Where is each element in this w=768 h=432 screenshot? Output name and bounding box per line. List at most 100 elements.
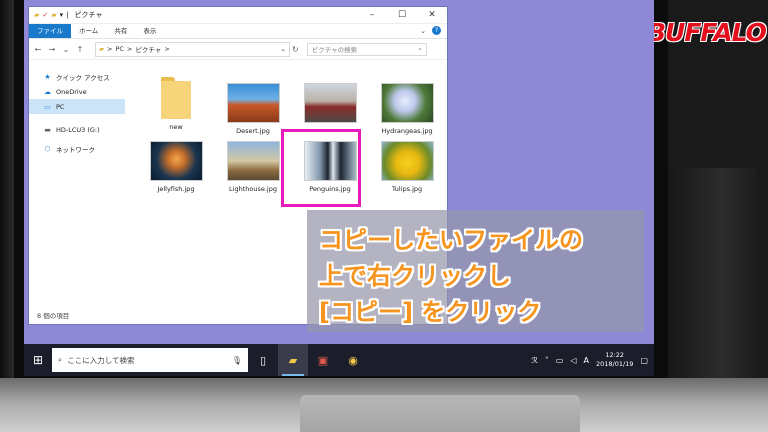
maximize-button[interactable]: ☐ (387, 7, 417, 23)
folder-icon (159, 75, 193, 119)
notification-icon[interactable]: ▢ (640, 356, 648, 365)
help-icon[interactable]: ? (432, 26, 441, 35)
computer-icon: ▭ (44, 102, 51, 111)
navigation-pane: ★ クイック アクセス ☁ OneDrive ▭ PC ▬ HD-LCU3 (G… (29, 59, 125, 304)
photos-app-icon[interactable]: ▣ (308, 344, 338, 376)
jellyfish-thumbnail (149, 141, 203, 181)
nav-label: HD-LCU3 (G:) (56, 125, 100, 134)
search-box[interactable]: ピクチャの検索 ⌕ (306, 42, 427, 56)
microphone-icon[interactable]: 🎙 (232, 356, 242, 365)
new-folder-icon[interactable]: ▰ (51, 11, 56, 19)
back-arrow-icon[interactable]: ← (33, 45, 43, 54)
properties-icon[interactable]: ✓ (42, 11, 48, 19)
file-label: Hydrangeas.jpg (381, 127, 433, 135)
file-label: Desert.jpg (236, 127, 270, 135)
instruction-callout: コピーしたいファイルの 上で右クリックし [コピー] をクリック (307, 210, 644, 332)
task-view-icon[interactable]: ▯ (248, 344, 278, 376)
people-icon[interactable]: ℛ (531, 356, 537, 365)
nav-label: PC (56, 102, 65, 111)
selection-highlight (281, 129, 361, 207)
breadcrumb-pc[interactable]: PC (115, 45, 123, 53)
network-icon[interactable]: ▭ (556, 356, 564, 365)
chevron-down-icon[interactable]: ⌄ (61, 45, 71, 54)
drive-icon: ▬ (44, 125, 51, 134)
nav-label: クイック アクセス (56, 73, 110, 82)
chevron-up-icon[interactable]: ˄ (545, 356, 549, 365)
file-label: Tulips.jpg (391, 185, 423, 193)
refresh-icon[interactable]: ↻ (292, 45, 299, 54)
search-input[interactable]: ピクチャの検索 (312, 44, 357, 54)
window-controls: – ☐ ✕ (357, 7, 447, 23)
tab-file[interactable]: ファイル (29, 24, 71, 38)
file-item-desert[interactable]: Desert.jpg (218, 83, 288, 135)
system-tray: ℛ ˄ ▭ ◁ A 12:22 2018/01/19 ▢ (531, 351, 654, 369)
desk-background (0, 0, 14, 432)
desktop: ▰ ✓ ▰ ▾ | ピクチャ – ☐ ✕ ファイル ホーム 共有 表示 ⌄ ? (24, 0, 654, 376)
clock-date: 2018/01/19 (595, 360, 634, 368)
file-item-photo[interactable] (295, 83, 365, 123)
lighthouse-thumbnail (226, 141, 280, 181)
tab-home[interactable]: ホーム (71, 24, 106, 38)
file-explorer-icon[interactable]: ▰ (278, 344, 308, 376)
nav-label: ネットワーク (56, 145, 95, 154)
callout-line-2: 上で右クリックし (319, 262, 511, 290)
tab-view[interactable]: 表示 (135, 24, 164, 38)
clock[interactable]: 12:22 2018/01/19 (596, 351, 633, 369)
brand-logo: BUFFALO (647, 18, 767, 47)
up-arrow-icon[interactable]: ↑ (75, 45, 85, 54)
tab-share[interactable]: 共有 (106, 24, 135, 38)
taskbar-search-input[interactable]: ここに入力して検索 (67, 355, 134, 366)
breadcrumb-sep: > (107, 45, 113, 53)
close-button[interactable]: ✕ (417, 7, 447, 23)
minimize-button[interactable]: – (357, 7, 387, 23)
window-title: ピクチャ (74, 11, 103, 19)
desert-thumbnail (226, 83, 280, 123)
folder-icon[interactable]: ▰ (34, 11, 39, 19)
tulips-thumbnail (380, 141, 434, 181)
separator: | (66, 11, 69, 19)
external-hdd (668, 168, 758, 398)
nav-item-pc[interactable]: ▭ PC (29, 99, 125, 114)
breadcrumb-sep: > (126, 45, 133, 53)
photo-thumbnail (303, 83, 357, 123)
star-icon: ★ (44, 72, 51, 81)
laptop-hinge (300, 395, 580, 432)
callout-line-3: [コピー] をクリック (319, 298, 542, 326)
nav-item-quick-access[interactable]: ★ クイック アクセス (29, 69, 125, 84)
nav-label: OneDrive (56, 87, 87, 96)
forward-arrow-icon[interactable]: → (47, 45, 57, 54)
chevron-down-icon[interactable]: ▾ (60, 11, 64, 19)
windows-start-icon[interactable]: ⊞ (24, 353, 52, 367)
search-icon: ⌕ (58, 355, 63, 364)
taskbar-search[interactable]: ⌕ ここに入力して検索 🎙 (52, 348, 248, 372)
status-bar: 8 個の項目 (37, 312, 70, 320)
file-item-jellyfish[interactable]: Jellyfish.jpg (141, 141, 211, 193)
ime-indicator[interactable]: A (583, 356, 588, 365)
file-item-hydrangeas[interactable]: Hydrangeas.jpg (372, 83, 442, 135)
clock-time: 12:22 (605, 351, 625, 359)
pictures-folder-icon: ▰ (99, 45, 104, 53)
address-bar[interactable]: ▰ > PC > ピクチャ > ⌄ (95, 41, 290, 57)
file-label: Jellyfish.jpg (157, 185, 195, 193)
volume-icon[interactable]: ◁ (570, 356, 576, 365)
nav-item-drive[interactable]: ▬ HD-LCU3 (G:) (29, 122, 125, 137)
search-icon: ⌕ (418, 44, 422, 53)
file-item-new[interactable]: new (141, 75, 211, 131)
nav-item-network[interactable]: ⬡ ネットワーク (29, 141, 125, 156)
address-row: ← → ⌄ ↑ ▰ > PC > ピクチャ > ⌄ ↻ ピクチャの検索 ⌕ (29, 39, 447, 60)
chevron-down-icon[interactable]: ⌄ (420, 27, 426, 35)
file-label: new (169, 123, 183, 131)
file-item-lighthouse[interactable]: Lighthouse.jpg (218, 141, 288, 193)
ribbon-help: ⌄ ? (420, 26, 441, 35)
nav-item-onedrive[interactable]: ☁ OneDrive (29, 84, 125, 99)
chrome-icon[interactable]: ◉ (338, 344, 368, 376)
hydrangeas-thumbnail (380, 83, 434, 123)
file-item-tulips[interactable]: Tulips.jpg (372, 141, 442, 193)
taskbar: ⊞ ⌕ ここに入力して検索 🎙 ▯ ▰ ▣ ◉ ℛ ˄ ▭ ◁ A 12:22 … (24, 344, 654, 376)
file-label: Lighthouse.jpg (229, 185, 277, 193)
callout-line-1: コピーしたいファイルの (319, 226, 583, 254)
cloud-icon: ☁ (44, 87, 51, 96)
breadcrumb-folder[interactable]: ピクチャ (135, 44, 161, 54)
chevron-down-icon[interactable]: ⌄ (281, 45, 289, 53)
ribbon: ファイル ホーム 共有 表示 ⌄ ? (29, 24, 447, 39)
